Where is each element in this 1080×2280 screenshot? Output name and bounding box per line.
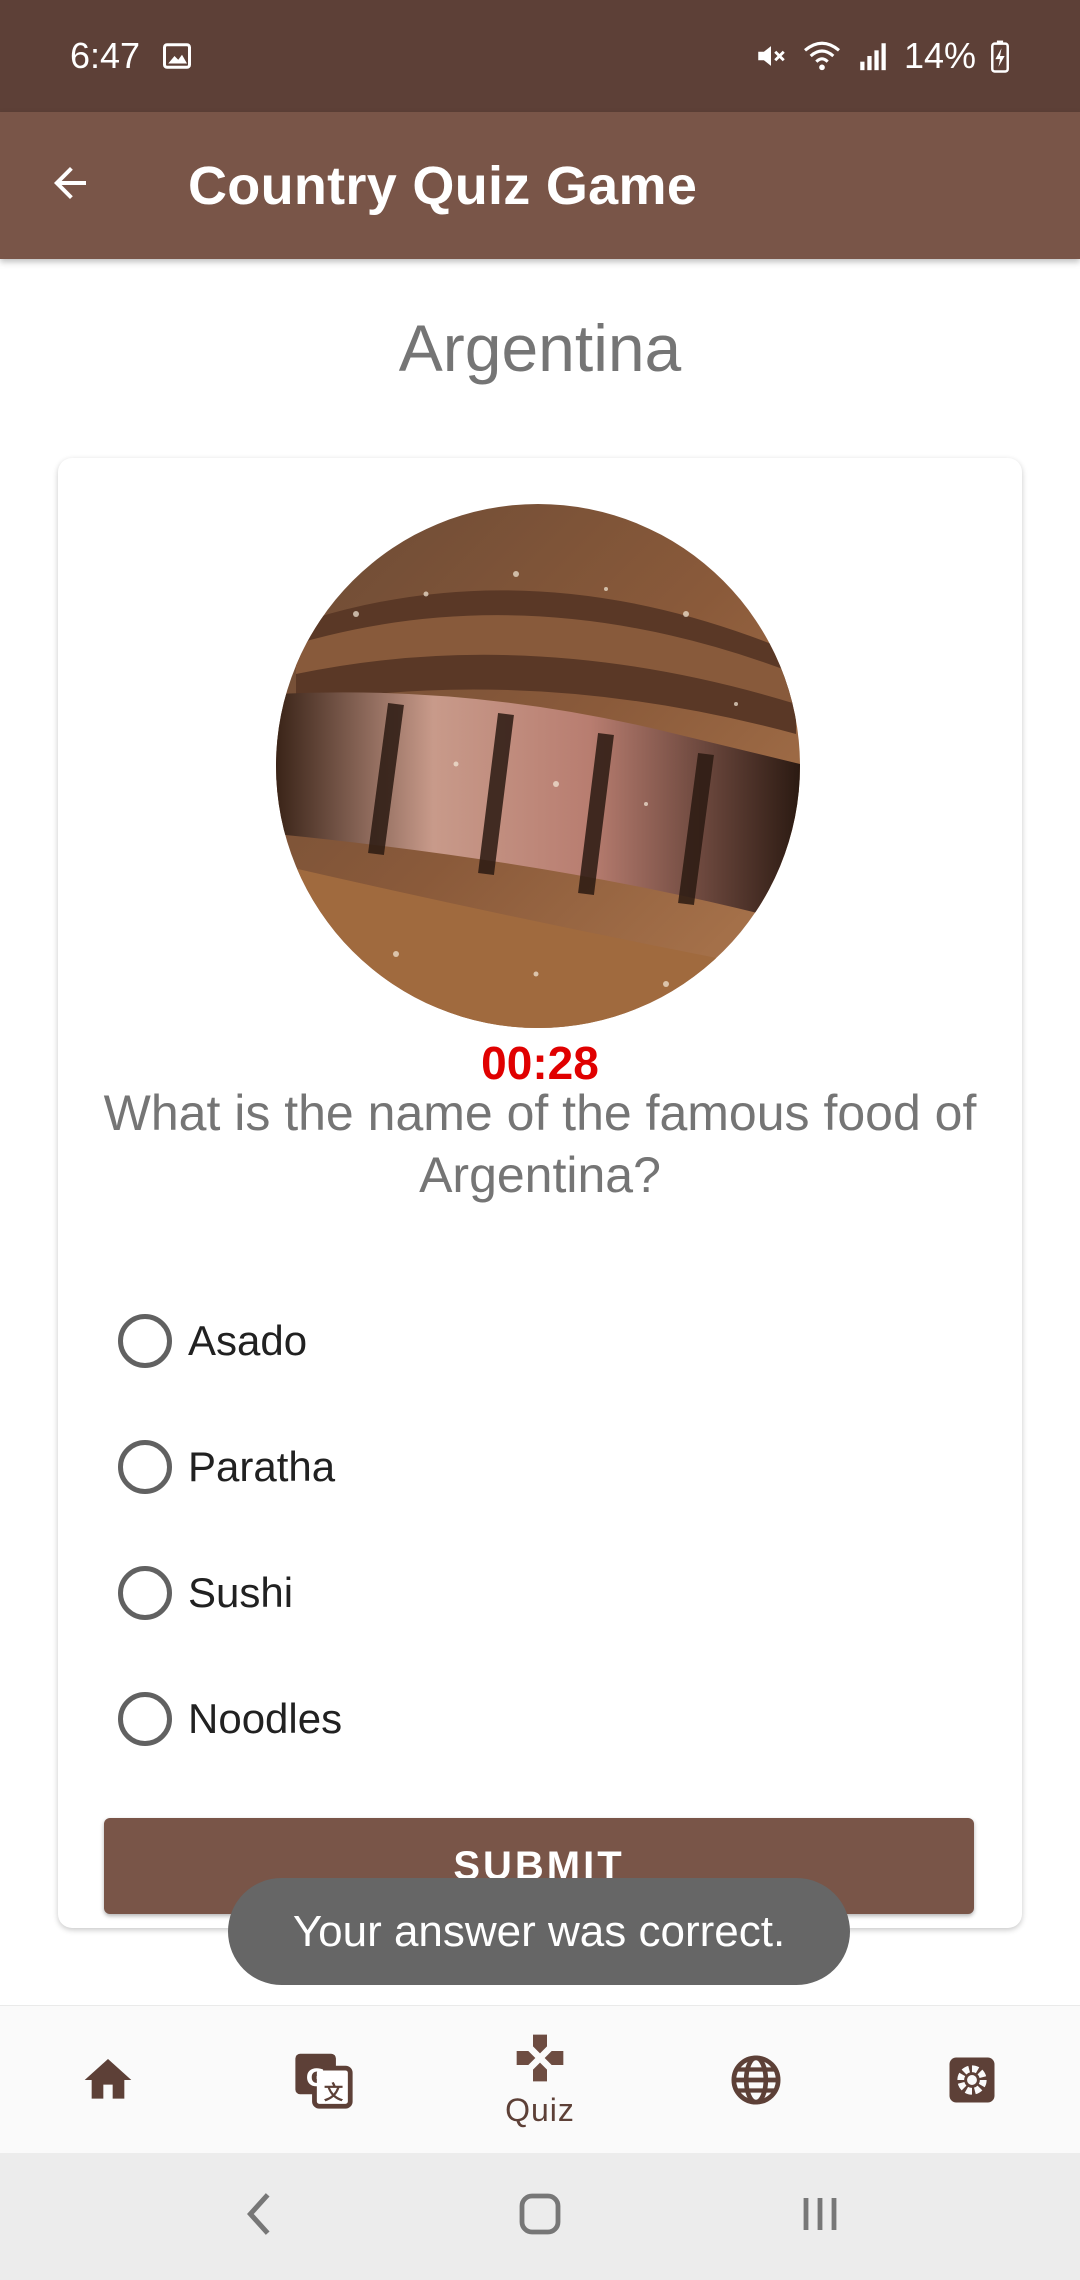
toast-message: Your answer was correct.	[228, 1878, 850, 1985]
radio-button[interactable]	[118, 1440, 172, 1494]
option-sushi[interactable]: Sushi	[118, 1530, 958, 1656]
question-text: What is the name of the famous food of A…	[103, 1085, 977, 1203]
system-home-button[interactable]	[480, 2177, 600, 2257]
option-paratha[interactable]: Paratha	[118, 1404, 958, 1530]
radio-button[interactable]	[118, 1566, 172, 1620]
option-label: Asado	[188, 1317, 308, 1364]
system-nav-bar	[0, 2153, 1080, 2280]
app-title: Country Quiz Game	[188, 155, 698, 216]
home-icon	[80, 2052, 136, 2108]
food-image	[276, 504, 800, 1028]
svg-text:G: G	[306, 2063, 326, 2091]
app-bar: Country Quiz Game	[0, 112, 1080, 259]
country-title: Argentina	[398, 311, 682, 385]
nav-quiz-label: Quiz	[505, 2092, 575, 2128]
option-noodles[interactable]: Noodles	[118, 1656, 958, 1782]
wifi-icon	[802, 39, 842, 73]
status-time: 6:47	[70, 35, 141, 76]
signal-icon	[856, 39, 890, 73]
arrow-left-icon	[46, 159, 94, 212]
nav-home[interactable]	[0, 2006, 216, 2153]
image-icon	[162, 41, 192, 71]
quiz-icon	[512, 2030, 568, 2086]
answer-options: Asado Paratha Sushi Noodles	[118, 1278, 958, 1782]
settings-icon	[945, 2053, 999, 2107]
battery-text: 14%	[903, 35, 976, 76]
back-button[interactable]	[0, 112, 140, 259]
option-label: Noodles	[188, 1695, 343, 1742]
recents-icon	[796, 2190, 844, 2243]
system-recents-button[interactable]	[760, 2177, 880, 2257]
quiz-card: 00:28 What is the name of the famous foo…	[58, 458, 1022, 1928]
bottom-nav: G 文 Quiz	[0, 2005, 1080, 2153]
option-label: Paratha	[188, 1443, 336, 1490]
nav-globe[interactable]	[648, 2006, 864, 2153]
battery-charging-icon	[990, 39, 1010, 73]
translate-icon: G 文	[293, 2049, 355, 2111]
system-back-button[interactable]	[200, 2177, 320, 2257]
svg-text:文: 文	[324, 2081, 344, 2104]
globe-icon	[728, 2052, 784, 2108]
nav-quiz[interactable]: Quiz	[432, 2006, 648, 2153]
option-asado[interactable]: Asado	[118, 1278, 958, 1404]
mute-icon	[754, 39, 788, 73]
status-bar: 6:47 14%	[0, 0, 1080, 112]
nav-translate[interactable]: G 文	[216, 2006, 432, 2153]
option-label: Sushi	[188, 1569, 294, 1616]
radio-button[interactable]	[118, 1692, 172, 1746]
chevron-left-icon	[240, 2189, 280, 2244]
nav-settings[interactable]	[864, 2006, 1080, 2153]
home-square-icon	[516, 2190, 564, 2243]
radio-button[interactable]	[118, 1314, 172, 1368]
